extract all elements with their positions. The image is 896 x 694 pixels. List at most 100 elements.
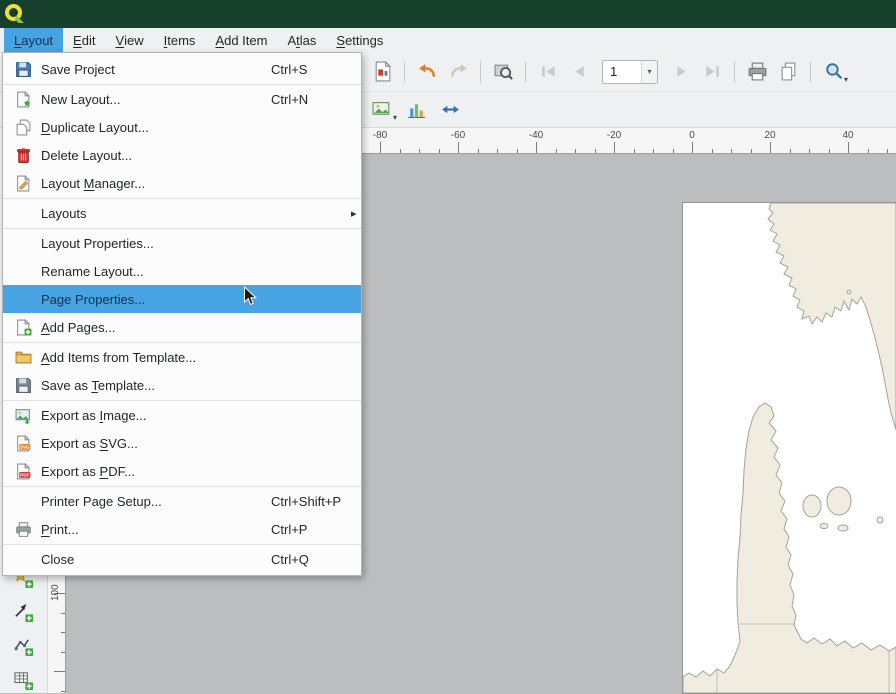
add-node-item-button[interactable] <box>10 632 38 660</box>
add-scalebar-icon <box>440 99 461 120</box>
ruler-tick <box>556 149 557 153</box>
redo-button[interactable] <box>444 58 472 86</box>
menu-item-export-as-pdf[interactable]: PDFExport as PDF... <box>3 457 361 485</box>
layout-page[interactable] <box>683 203 896 693</box>
redo-icon <box>448 61 469 82</box>
menu-item-duplicate-layout[interactable]: Duplicate Layout... <box>3 113 361 141</box>
add-chart-icon <box>406 99 427 120</box>
menubar-item-items[interactable]: Items <box>154 28 206 52</box>
dropdown-arrow-icon[interactable]: ▾ <box>641 61 657 83</box>
no-icon <box>11 491 35 511</box>
menu-item-close[interactable]: CloseCtrl+Q <box>3 545 361 573</box>
add-arrow-button[interactable] <box>10 598 38 626</box>
export-as-pdf-button[interactable] <box>368 58 396 86</box>
zoom-tool-icon <box>823 61 844 82</box>
menu-item-layouts[interactable]: Layouts▸ <box>3 199 361 227</box>
menubar-item-layout[interactable]: Layout <box>4 28 63 52</box>
menu-item-add-items-from-template[interactable]: Add Items from Template... <box>3 343 361 371</box>
menubar-item-add-item[interactable]: Add Item <box>205 28 277 52</box>
menubar-item-edit[interactable]: Edit <box>63 28 105 52</box>
ruler-tick <box>497 149 498 153</box>
ruler-major-tick <box>848 142 849 153</box>
ruler-tick <box>634 149 635 153</box>
ruler-tick <box>61 632 65 633</box>
add-picture-button[interactable]: ▾ <box>368 96 396 124</box>
zoom-full-icon <box>493 61 514 82</box>
menu-item-delete-layout[interactable]: Delete Layout... <box>3 141 361 169</box>
ruler-tick <box>809 149 810 153</box>
last-feature-button[interactable] <box>698 58 726 86</box>
first-feature-button[interactable] <box>534 58 562 86</box>
menu-item-add-pages[interactable]: Add Pages... <box>3 313 361 341</box>
no-icon <box>11 233 35 253</box>
no-icon <box>11 549 35 569</box>
ruler-tick <box>61 652 65 653</box>
zoom-full-button[interactable] <box>489 58 517 86</box>
ruler-tick <box>868 149 869 153</box>
save-template-icon <box>11 375 35 395</box>
menu-item-new-layout[interactable]: New Layout...Ctrl+N <box>3 85 361 113</box>
titlebar <box>0 0 896 28</box>
layout-manager-icon <box>11 173 35 193</box>
ruler-major-tick <box>380 142 381 153</box>
menu-item-export-as-svg[interactable]: SVGExport as SVG... <box>3 429 361 457</box>
add-arrow-icon <box>13 602 34 623</box>
svg-text:SVG: SVG <box>19 444 29 449</box>
print-icon <box>747 61 768 82</box>
zoom-menu-button[interactable]: ▾ <box>819 58 847 86</box>
add-scalebar-button[interactable] <box>436 96 464 124</box>
no-icon <box>11 261 35 281</box>
ruler-tick <box>829 149 830 153</box>
next-feature-button[interactable] <box>667 58 695 86</box>
ruler-tick <box>673 149 674 153</box>
dropdown-caret-icon: ▾ <box>393 114 397 122</box>
menu-item-rename-layout[interactable]: Rename Layout... <box>3 257 361 285</box>
last-page-icon <box>702 61 723 82</box>
export-svg-icon: SVG <box>11 433 35 453</box>
toolbar-separator <box>734 61 735 83</box>
menu-item-export-as-image[interactable]: Export as Image... <box>3 401 361 429</box>
ruler-tick <box>887 149 888 153</box>
ruler-tick <box>478 149 479 153</box>
export-report-icon <box>372 61 393 82</box>
ruler-tick <box>595 149 596 153</box>
menubar: LayoutEditViewItemsAdd ItemAtlasSettings <box>0 28 896 52</box>
ruler-major-tick <box>770 142 771 153</box>
menu-item-save-project[interactable]: Save ProjectCtrl+S <box>3 55 361 83</box>
menu-item-layout-properties[interactable]: Layout Properties... <box>3 229 361 257</box>
ruler-tick <box>712 149 713 153</box>
no-icon <box>11 289 35 309</box>
qgis-logo-icon <box>4 3 26 25</box>
ruler-major-tick <box>458 142 459 153</box>
svg-text:PDF: PDF <box>20 472 29 477</box>
menubar-item-settings[interactable]: Settings <box>326 28 393 52</box>
add-chart-button[interactable] <box>402 96 430 124</box>
ruler-label: -20 <box>607 130 621 141</box>
copy-pages-icon <box>778 61 799 82</box>
add-attribute-table-button[interactable] <box>10 666 38 694</box>
ruler-tick <box>731 149 732 153</box>
menubar-item-view[interactable]: View <box>105 28 153 52</box>
map-preview <box>683 203 896 693</box>
undo-button[interactable] <box>413 58 441 86</box>
print-icon <box>11 519 35 539</box>
previous-feature-button[interactable] <box>565 58 593 86</box>
export-atlas-button[interactable] <box>774 58 802 86</box>
menu-item-page-properties[interactable]: Page Properties... <box>3 285 361 313</box>
menu-item-layout-manager[interactable]: Layout Manager... <box>3 169 361 197</box>
atlas-feature-number-input[interactable]: 1▾ <box>602 60 658 84</box>
add-node-item-icon <box>13 636 34 657</box>
menu-item-print[interactable]: Print...Ctrl+P <box>3 515 361 543</box>
ruler-tick <box>419 149 420 153</box>
print-atlas-button[interactable] <box>743 58 771 86</box>
menu-item-printer-page-setup[interactable]: Printer Page Setup...Ctrl+Shift+P <box>3 487 361 515</box>
next-page-icon <box>671 61 692 82</box>
ruler-label: -60 <box>451 130 465 141</box>
toolbar-separator <box>480 61 481 83</box>
menubar-item-atlas[interactable]: Atlas <box>277 28 326 52</box>
ruler-tick <box>61 613 65 614</box>
menu-item-save-as-template[interactable]: Save as Template... <box>3 371 361 399</box>
ruler-label: 0 <box>689 130 695 141</box>
ruler-major-tick <box>54 671 65 672</box>
ruler-tick <box>439 149 440 153</box>
